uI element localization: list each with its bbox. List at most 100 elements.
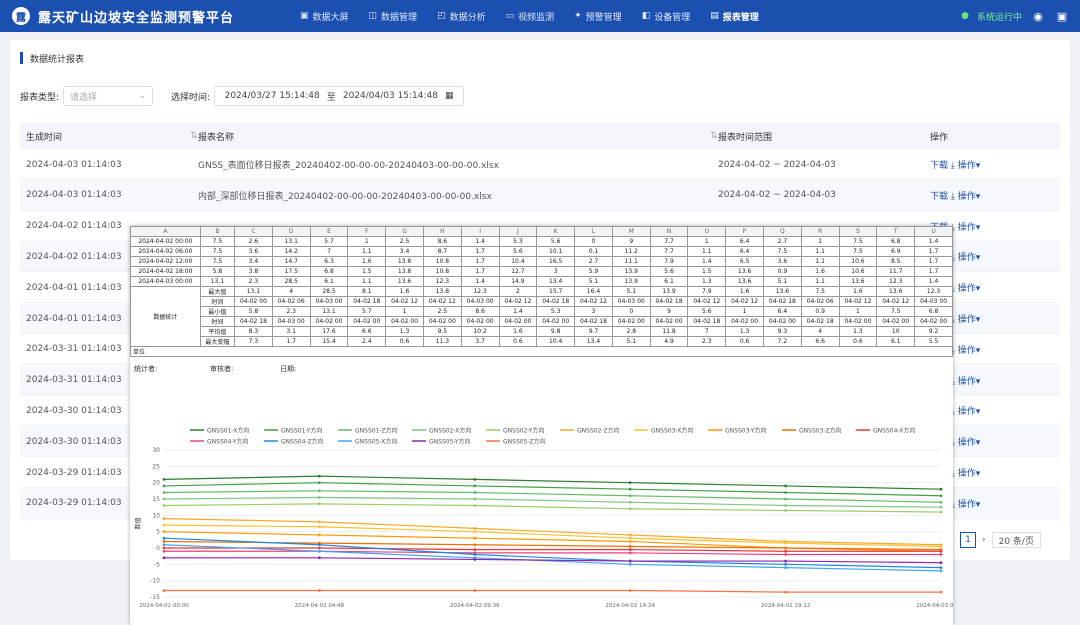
- sheet-data-row: 2024-04-03 00:00 13.1 2.3 28.5 6.1 1.1 13.6 12.…: [130, 276, 953, 287]
- op-dropdown[interactable]: 操作: [958, 192, 976, 202]
- sheet-cell: 14.9: [498, 276, 538, 287]
- caret-down-icon[interactable]: ▾: [976, 161, 981, 171]
- data-point: [628, 494, 632, 498]
- op-dropdown[interactable]: 操作: [958, 223, 976, 233]
- nav-item-data-management[interactable]: ◫ 数据管理: [359, 0, 428, 32]
- data-point: [162, 497, 166, 501]
- sheet-cell: 7.5: [838, 236, 878, 247]
- caret-down-icon[interactable]: ▾: [976, 438, 981, 448]
- download-link[interactable]: 下载: [930, 192, 948, 202]
- op-dropdown[interactable]: 操作: [958, 438, 976, 448]
- stat-cell: 6.6: [347, 326, 387, 337]
- column-letter: N: [649, 226, 689, 237]
- op-dropdown[interactable]: 操作: [958, 253, 976, 263]
- column-letter: A: [130, 226, 201, 237]
- data-point: [939, 505, 943, 509]
- stat-cell: 9: [649, 306, 689, 317]
- caret-down-icon[interactable]: ▾: [976, 469, 981, 479]
- y-tick-label: -10: [150, 578, 160, 585]
- op-dropdown[interactable]: 操作: [958, 377, 976, 387]
- video-icon: ▭: [505, 11, 515, 21]
- download-icon[interactable]: ⤓: [951, 161, 955, 171]
- date-range-picker[interactable]: 2024/03/27 15:14:48 至 2024/04/03 15:14:4…: [214, 86, 465, 106]
- stat-cell: 16.4: [574, 286, 613, 297]
- sort-icon[interactable]: ⇅: [710, 131, 718, 141]
- x-tick-label: 2024-04-02 09:36: [450, 603, 500, 609]
- data-point: [318, 474, 321, 478]
- caret-down-icon[interactable]: ▾: [976, 377, 981, 387]
- nav-item-data-analysis[interactable]: ◰ 数据分析: [427, 0, 496, 32]
- sheet-cell: 1.6: [347, 256, 387, 267]
- next-page-icon[interactable]: ›: [982, 535, 986, 545]
- row-time: 2024-03-31 01:14:03: [26, 344, 122, 355]
- stat-cell: 04-02 00: [309, 316, 349, 327]
- row-time: 2024-04-01 01:14:03: [26, 282, 122, 293]
- nav-item-video[interactable]: ▭ 视频监测: [496, 0, 565, 32]
- nav-item-report[interactable]: ▤ 报表管理: [700, 0, 769, 32]
- caret-down-icon[interactable]: ▾: [976, 315, 981, 325]
- stat-cell: 1.3: [838, 326, 878, 337]
- data-point: [318, 520, 321, 524]
- sheet-cell: 5.9: [574, 266, 613, 277]
- caret-down-icon[interactable]: ▾: [976, 500, 981, 510]
- stat-label: 时间: [199, 296, 236, 307]
- col-header-time[interactable]: 生成时间: [26, 130, 62, 143]
- nav-item-dashboard[interactable]: ▣ 数据大屏: [290, 0, 359, 32]
- sheet-stat-row: 平均值 8.3 3.1 17.6 6.6 1.3 9.5 10.2 1.6 9.8 9.7 2.8 11…: [131, 326, 953, 337]
- column-letter: H: [422, 226, 462, 237]
- data-point: [162, 540, 166, 543]
- stat-cell: 1: [838, 306, 878, 317]
- stat-cell: 04-02 18: [234, 316, 273, 327]
- legend-label: GNSS05-Y方向: [429, 438, 471, 446]
- stat-cell: 04-02 00: [347, 316, 387, 327]
- data-point: [318, 533, 321, 537]
- device-icon: ◧: [641, 11, 651, 21]
- caret-down-icon[interactable]: ▾: [976, 192, 981, 202]
- op-dropdown[interactable]: 操作: [958, 407, 976, 417]
- data-point: [784, 497, 787, 501]
- nav-item-alarm[interactable]: ✦ 预警管理: [564, 0, 632, 32]
- data-point: [162, 536, 166, 540]
- sheet-cell: 1.7: [460, 266, 500, 277]
- sheet-cell: 1.1: [800, 246, 840, 257]
- page-1-button[interactable]: 1: [960, 532, 976, 548]
- sort-icon[interactable]: ⇅: [190, 131, 198, 141]
- data-point: [318, 589, 321, 592]
- download-link[interactable]: 下载: [930, 161, 948, 171]
- data-point: [628, 544, 632, 548]
- report-type-select[interactable]: 请选择 ⌄: [63, 86, 154, 106]
- data-point: [473, 530, 477, 534]
- stat-cell: 7.9: [687, 286, 727, 297]
- report-preview: A B C D E F G H I J K L M N O P Q R S T U 2024-04-02 00:00 7.5…: [130, 226, 953, 625]
- caret-down-icon[interactable]: ▾: [976, 284, 981, 294]
- op-dropdown[interactable]: 操作: [958, 500, 976, 510]
- caret-down-icon[interactable]: ▾: [976, 253, 981, 263]
- x-tick-label: 2024-04-02 19:12: [761, 603, 811, 609]
- stat-cell: 04-02 12: [498, 296, 538, 307]
- legend-label: GNSS01-Y方向: [281, 427, 323, 435]
- user-icon[interactable]: ◉: [1030, 8, 1046, 24]
- download-icon[interactable]: ⤓: [951, 192, 955, 202]
- stat-cell: 04-02 00: [914, 316, 953, 327]
- sheet-cell: 5.1: [762, 276, 802, 287]
- caret-down-icon[interactable]: ▾: [976, 346, 981, 356]
- op-dropdown[interactable]: 操作: [958, 315, 976, 325]
- op-dropdown[interactable]: 操作: [958, 346, 976, 356]
- op-dropdown[interactable]: 操作: [958, 284, 976, 294]
- op-dropdown[interactable]: 操作: [958, 469, 976, 479]
- page-size-select[interactable]: 20 条/页: [991, 532, 1041, 548]
- data-point: [162, 484, 166, 488]
- sheet-cell: 12.7: [498, 266, 538, 277]
- nav-label: 报表管理: [722, 12, 759, 23]
- col-header-actions: 操作: [930, 132, 949, 143]
- data-point: [939, 510, 943, 514]
- caret-down-icon[interactable]: ▾: [976, 407, 981, 417]
- sheet-cell: 1.1: [687, 246, 727, 257]
- caret-down-icon[interactable]: ▾: [976, 223, 981, 233]
- sheet-cell: 16.5: [536, 256, 576, 267]
- op-dropdown[interactable]: 操作: [958, 161, 976, 171]
- data-point: [939, 549, 943, 553]
- notification-icon[interactable]: ▣: [1054, 8, 1070, 24]
- stat-cell: 13.9: [649, 286, 689, 297]
- nav-item-device[interactable]: ◧ 设备管理: [632, 0, 701, 32]
